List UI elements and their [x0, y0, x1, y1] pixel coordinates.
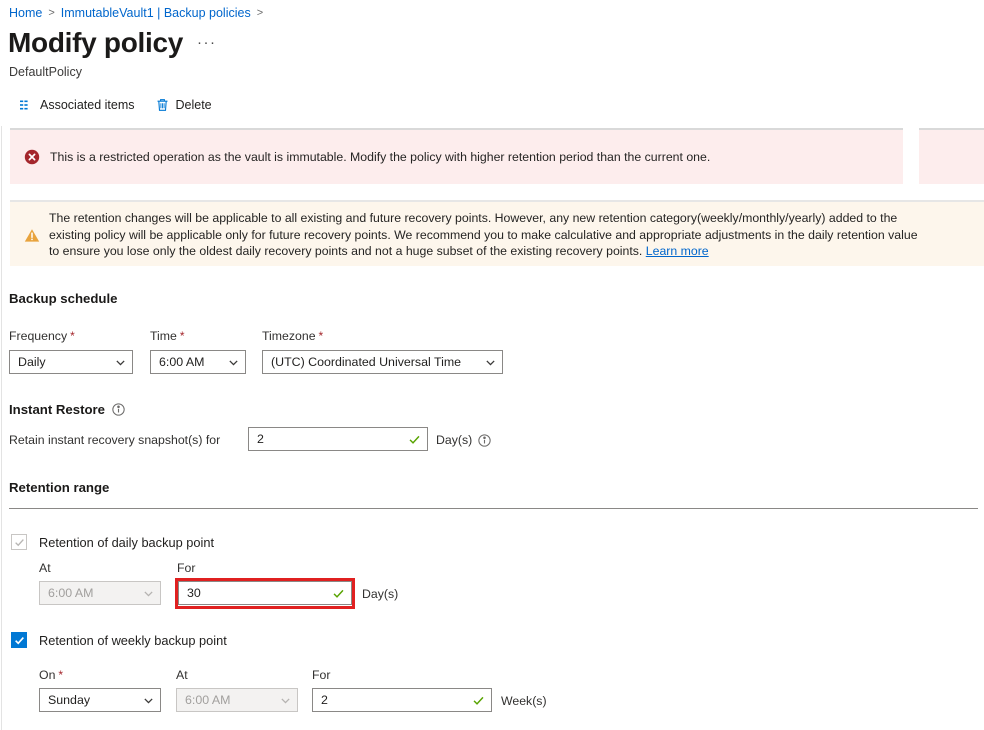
modify-policy-blade: Home > ImmutableVault1 | Backup policies… [0, 0, 984, 730]
daily-at-value: 6:00 AM [48, 586, 143, 600]
info-icon[interactable] [478, 434, 491, 447]
backup-schedule-heading: Backup schedule [9, 291, 117, 306]
weekly-on-required-marker: * [58, 668, 63, 682]
warning-banner-overflow [919, 200, 984, 266]
backup-schedule-heading-text: Backup schedule [9, 291, 117, 306]
daily-for-value: 30 [187, 586, 332, 600]
weekly-unit-label: Week(s) [501, 694, 547, 708]
daily-at-dropdown: 6:00 AM [39, 581, 161, 605]
weekly-at-label: At [176, 668, 188, 682]
time-label: Time* [150, 329, 185, 343]
chevron-down-icon [143, 695, 154, 706]
time-dropdown[interactable]: 6:00 AM [150, 350, 246, 374]
weekly-retention-checkbox [11, 632, 27, 648]
breadcrumb: Home > ImmutableVault1 | Backup policies… [9, 4, 263, 22]
error-banner: This is a restricted operation as the va… [10, 128, 903, 184]
warning-banner-text: The retention changes will be applicable… [49, 210, 919, 260]
retention-range-divider [9, 508, 978, 509]
instant-restore-unit-label: Day(s) [436, 433, 472, 447]
chevron-down-icon [228, 357, 239, 368]
chevron-down-icon [115, 357, 126, 368]
delete-button[interactable]: Delete [154, 96, 213, 114]
warning-triangle-icon [24, 210, 40, 260]
weekly-at-dropdown: 6:00 AM [176, 688, 298, 712]
error-banner-text: This is a restricted operation as the va… [50, 149, 710, 165]
chevron-down-icon [485, 357, 496, 368]
daily-for-label: For [177, 561, 195, 575]
blade-left-border [1, 126, 2, 730]
validation-check-icon [332, 587, 345, 600]
warning-banner: The retention changes will be applicable… [10, 200, 919, 266]
frequency-label: Frequency* [9, 329, 75, 343]
frequency-required-marker: * [70, 329, 75, 343]
breadcrumb-separator-end: > [257, 4, 263, 22]
weekly-for-value: 2 [321, 693, 472, 707]
weekly-unit: Week(s) [501, 694, 547, 708]
chevron-down-icon [143, 588, 154, 599]
time-required-marker: * [180, 329, 185, 343]
weekly-on-label: On* [39, 668, 63, 682]
more-options-button[interactable]: ··· [197, 38, 217, 48]
trash-icon [156, 98, 169, 112]
page-title: Modify policy [8, 26, 183, 60]
weekly-retention-row[interactable]: Retention of weekly backup point [11, 632, 227, 648]
learn-more-link[interactable]: Learn more [646, 244, 709, 258]
policy-name-subtitle: DefaultPolicy [9, 64, 82, 80]
instant-restore-heading: Instant Restore [9, 402, 125, 417]
chevron-down-icon [280, 695, 291, 706]
frequency-value: Daily [18, 355, 115, 369]
weekly-for-input[interactable]: 2 [312, 688, 492, 712]
time-value: 6:00 AM [159, 355, 228, 369]
instant-restore-heading-text: Instant Restore [9, 402, 105, 417]
retain-snapshot-label: Retain instant recovery snapshot(s) for [9, 433, 220, 447]
instant-restore-days-input[interactable]: 2 [248, 427, 428, 451]
timezone-required-marker: * [319, 329, 324, 343]
weekly-for-label: For [312, 668, 330, 682]
daily-unit: Day(s) [362, 587, 398, 601]
weekly-on-value: Sunday [48, 693, 143, 707]
timezone-label: Timezone* [262, 329, 323, 343]
weekly-at-value: 6:00 AM [185, 693, 280, 707]
associated-items-button[interactable]: Associated items [18, 96, 136, 114]
daily-retention-label: Retention of daily backup point [39, 535, 214, 550]
daily-at-label: At [39, 561, 51, 575]
info-icon[interactable] [112, 403, 125, 416]
breadcrumb-item-vault[interactable]: ImmutableVault1 | Backup policies [61, 4, 251, 22]
warning-banner-body: The retention changes will be applicable… [49, 211, 918, 258]
validation-check-icon [472, 694, 485, 707]
weekly-on-dropdown[interactable]: Sunday [39, 688, 161, 712]
delete-label: Delete [175, 98, 211, 112]
title-row: Modify policy ··· [8, 26, 217, 60]
associated-items-label: Associated items [40, 98, 134, 112]
daily-unit-label: Day(s) [362, 587, 398, 601]
frequency-dropdown[interactable]: Daily [9, 350, 133, 374]
breadcrumb-separator: > [48, 4, 54, 22]
checkmark-icon [14, 635, 25, 646]
associated-items-icon [20, 99, 34, 111]
retention-range-heading-text: Retention range [9, 480, 109, 495]
breadcrumb-item-home[interactable]: Home [9, 4, 42, 22]
daily-for-input[interactable]: 30 [178, 581, 352, 605]
retention-range-heading: Retention range [9, 480, 109, 495]
instant-restore-unit: Day(s) [436, 433, 491, 447]
error-circle-icon [24, 149, 40, 165]
validation-check-icon [408, 433, 421, 446]
command-bar: Associated items Delete [18, 96, 214, 114]
daily-retention-checkbox [11, 534, 27, 550]
weekly-retention-label: Retention of weekly backup point [39, 633, 227, 648]
error-banner-overflow [919, 128, 984, 184]
checkmark-icon [14, 537, 25, 548]
daily-retention-row[interactable]: Retention of daily backup point [11, 534, 214, 550]
timezone-dropdown[interactable]: (UTC) Coordinated Universal Time [262, 350, 503, 374]
instant-restore-days-value: 2 [257, 432, 408, 446]
timezone-value: (UTC) Coordinated Universal Time [271, 355, 485, 369]
